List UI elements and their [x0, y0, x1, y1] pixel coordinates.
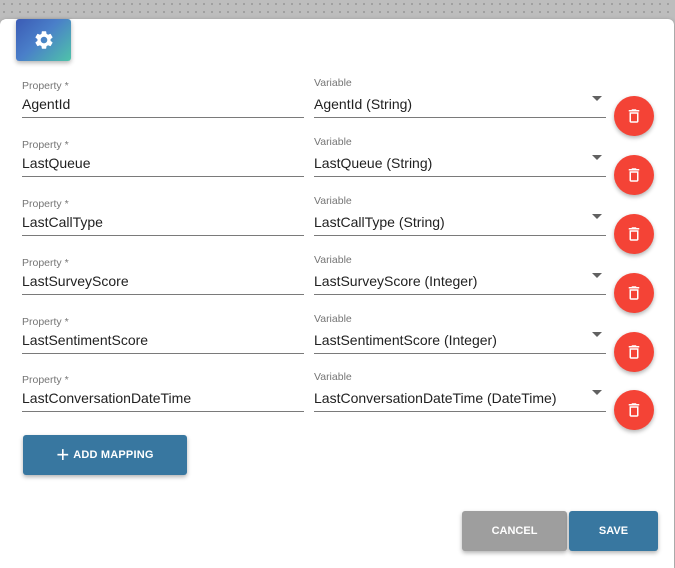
delete-mapping-button[interactable]: [614, 214, 654, 254]
add-mapping-label: ADD MAPPING: [73, 449, 154, 461]
variable-value: LastConversationDateTime (DateTime): [314, 390, 557, 406]
property-field[interactable]: Property * LastConversationDateTime: [22, 371, 304, 412]
property-field[interactable]: Property * LastCallType: [22, 195, 304, 236]
delete-mapping-button[interactable]: [614, 273, 654, 313]
property-value: LastConversationDateTime: [22, 390, 192, 406]
property-field[interactable]: Property * LastSurveyScore: [22, 254, 304, 295]
mapping-row: Property * LastSentimentScore Variable L…: [22, 313, 606, 365]
delete-mapping-button[interactable]: [614, 155, 654, 195]
gear-icon: [34, 31, 53, 49]
plus-icon: +: [56, 442, 70, 467]
trash-icon: [628, 286, 640, 300]
variable-label: Variable: [314, 254, 352, 266]
variable-value: LastCallType (String): [314, 214, 445, 230]
delete-mapping-button[interactable]: [614, 390, 654, 430]
variable-value: LastQueue (String): [314, 155, 433, 171]
trash-icon: [628, 345, 640, 359]
chevron-down-icon[interactable]: [592, 332, 602, 337]
variable-label: Variable: [314, 77, 352, 89]
variable-select[interactable]: Variable LastQueue (String): [314, 136, 606, 177]
trash-icon: [628, 109, 640, 123]
property-label: Property *: [22, 316, 69, 328]
save-button[interactable]: SAVE: [569, 511, 658, 551]
property-label: Property *: [22, 374, 69, 386]
mapping-dialog: Property * AgentId Variable AgentId (Str…: [0, 19, 674, 568]
mapping-row: Property * AgentId Variable AgentId (Str…: [22, 77, 606, 129]
variable-label: Variable: [314, 195, 352, 207]
chevron-down-icon[interactable]: [592, 214, 602, 219]
delete-mapping-button[interactable]: [614, 96, 654, 136]
property-value: LastSurveyScore: [22, 273, 129, 289]
header-badge: [16, 19, 71, 61]
mapping-row: Property * LastConversationDateTime Vari…: [22, 371, 606, 423]
property-value: LastSentimentScore: [22, 332, 149, 348]
trash-icon: [628, 403, 640, 417]
variable-select[interactable]: Variable LastConversationDateTime (DateT…: [314, 371, 606, 412]
variable-value: LastSentimentScore (Integer): [314, 332, 497, 348]
property-label: Property *: [22, 80, 69, 92]
add-mapping-button[interactable]: + ADD MAPPING: [23, 435, 187, 475]
property-value: LastQueue: [22, 155, 91, 171]
chevron-down-icon[interactable]: [592, 96, 602, 101]
property-label: Property *: [22, 257, 69, 269]
mapping-row: Property * LastQueue Variable LastQueue …: [22, 136, 606, 188]
chevron-down-icon[interactable]: [592, 155, 602, 160]
chevron-down-icon[interactable]: [592, 273, 602, 278]
variable-select[interactable]: Variable AgentId (String): [314, 77, 606, 118]
mapping-row: Property * LastSurveyScore Variable Last…: [22, 254, 606, 306]
trash-icon: [628, 168, 640, 182]
property-label: Property *: [22, 198, 69, 210]
variable-label: Variable: [314, 371, 352, 383]
trash-icon: [628, 227, 640, 241]
cancel-button[interactable]: CANCEL: [462, 511, 567, 551]
variable-select[interactable]: Variable LastSentimentScore (Integer): [314, 313, 606, 354]
mapping-row: Property * LastCallType Variable LastCal…: [22, 195, 606, 247]
variable-value: AgentId (String): [314, 96, 413, 112]
variable-select[interactable]: Variable LastCallType (String): [314, 195, 606, 236]
variable-select[interactable]: Variable LastSurveyScore (Integer): [314, 254, 606, 295]
property-field[interactable]: Property * LastSentimentScore: [22, 313, 304, 354]
variable-value: LastSurveyScore (Integer): [314, 273, 478, 289]
property-field[interactable]: Property * AgentId: [22, 77, 304, 118]
property-field[interactable]: Property * LastQueue: [22, 136, 304, 177]
delete-mapping-button[interactable]: [614, 332, 654, 372]
chevron-down-icon[interactable]: [592, 390, 602, 395]
property-value: AgentId: [22, 96, 71, 112]
variable-label: Variable: [314, 313, 352, 325]
property-value: LastCallType: [22, 214, 103, 230]
variable-label: Variable: [314, 136, 352, 148]
property-label: Property *: [22, 139, 69, 151]
